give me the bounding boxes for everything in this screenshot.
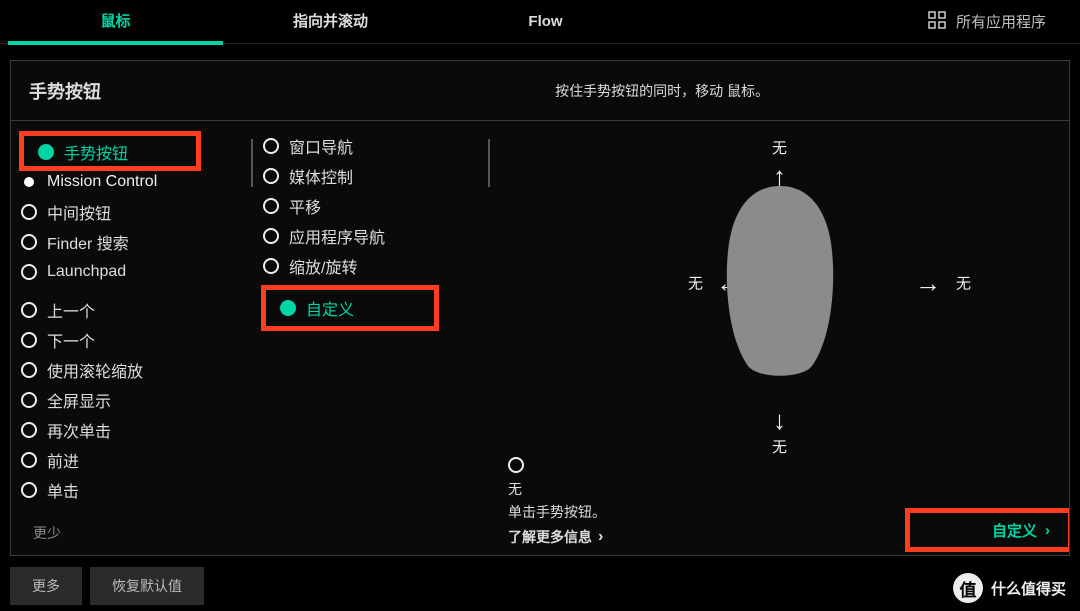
radio-icon xyxy=(21,422,37,438)
mode-app-nav[interactable]: 应用程序导航 xyxy=(263,221,488,251)
radio-label: 使用滚轮缩放 xyxy=(47,358,143,382)
radio-icon xyxy=(21,302,37,318)
highlight-box-gesture: 手势按钮 xyxy=(19,131,201,171)
radio-icon xyxy=(263,168,279,184)
smzdm-watermark: 值 什么值得买 xyxy=(953,573,1066,603)
radio-label: Finder 搜索 xyxy=(47,230,129,254)
mode-media-control[interactable]: 媒体控制 xyxy=(263,161,488,191)
panel-hint: 按住手势按钮的同时，移动 鼠标。 xyxy=(555,81,1069,101)
action-click-again[interactable]: 再次单击 xyxy=(21,415,251,445)
action-finder-search[interactable]: Finder 搜索 xyxy=(21,227,251,257)
radio-icon xyxy=(263,138,279,154)
radio-icon xyxy=(21,482,37,498)
mode-zoom-rotate[interactable]: 缩放/旋转 xyxy=(263,251,488,281)
arrow-down-icon: ↓ xyxy=(773,407,786,433)
radio-label: 窗口导航 xyxy=(289,134,353,158)
radio-icon xyxy=(263,198,279,214)
smzdm-logo-icon: 值 xyxy=(953,573,983,603)
radio-label: 手势按钮 xyxy=(64,140,128,164)
action-next[interactable]: 下一个 xyxy=(21,325,251,355)
radio-icon xyxy=(38,144,54,160)
action-launchpad[interactable]: Launchpad xyxy=(21,257,251,287)
action-previous[interactable]: 上一个 xyxy=(21,295,251,325)
radio-label: Launchpad xyxy=(47,263,126,281)
arrow-right-icon: → xyxy=(915,270,941,296)
direction-down-label[interactable]: 无 xyxy=(772,436,787,457)
radio-label: 再次单击 xyxy=(47,418,111,442)
mode-custom[interactable]: 自定义 xyxy=(266,290,434,326)
chevron-right-icon: › xyxy=(598,528,603,546)
radio-label: Mission Control xyxy=(47,173,157,191)
action-gesture-button[interactable]: 手势按钮 xyxy=(24,136,196,168)
click-none-label: 无 xyxy=(508,479,1069,499)
radio-icon[interactable] xyxy=(508,457,524,473)
radio-label: 缩放/旋转 xyxy=(289,254,357,278)
radio-label: 平移 xyxy=(289,194,321,218)
action-scroll-zoom[interactable]: 使用滚轮缩放 xyxy=(21,355,251,385)
direction-right-label[interactable]: 无 xyxy=(956,273,971,294)
radio-icon xyxy=(24,177,34,187)
apps-grid-icon xyxy=(928,11,946,33)
radio-icon xyxy=(21,362,37,378)
action-mission-control[interactable]: Mission Control xyxy=(21,167,251,197)
chevron-right-icon: › xyxy=(1045,522,1050,539)
radio-icon xyxy=(21,392,37,408)
radio-icon xyxy=(21,332,37,348)
direction-up-label[interactable]: 无 xyxy=(772,137,787,158)
direction-left-label[interactable]: 无 xyxy=(688,273,703,294)
radio-label: 前进 xyxy=(47,448,79,472)
highlight-box-custom: 自定义 xyxy=(261,285,439,331)
tab-point-scroll[interactable]: 指向并滚动 xyxy=(223,0,438,44)
radio-icon xyxy=(21,204,37,220)
mode-pan[interactable]: 平移 xyxy=(263,191,488,221)
radio-icon xyxy=(263,228,279,244)
radio-label: 下一个 xyxy=(47,328,95,352)
radio-icon xyxy=(21,264,37,280)
custom-button[interactable]: 自定义 › xyxy=(905,508,1069,552)
action-fullscreen[interactable]: 全屏显示 xyxy=(21,385,251,415)
learn-more-link[interactable]: 了解更多信息 › xyxy=(508,527,603,547)
smzdm-text: 什么值得买 xyxy=(991,578,1066,599)
radio-icon xyxy=(21,234,37,250)
radio-label: 单击 xyxy=(47,478,79,502)
panel-title: 手势按钮 xyxy=(11,78,101,104)
radio-label: 应用程序导航 xyxy=(289,224,385,248)
all-apps-button[interactable]: 所有应用程序 xyxy=(928,11,1072,33)
mouse-icon xyxy=(720,181,840,385)
radio-label: 中间按钮 xyxy=(47,200,111,224)
radio-icon xyxy=(263,258,279,274)
tab-mouse[interactable]: 鼠标 xyxy=(8,0,223,44)
tab-flow[interactable]: Flow xyxy=(438,0,653,44)
button-action-list: 手势按钮 Mission Control 中间按钮 Finder 搜索 Laun… xyxy=(11,121,251,555)
mode-window-nav[interactable]: 窗口导航 xyxy=(263,131,488,161)
gesture-panel: 手势按钮 按住手势按钮的同时，移动 鼠标。 手势按钮 Mission Contr… xyxy=(10,60,1070,556)
more-button[interactable]: 更多 xyxy=(10,567,82,605)
learn-more-label: 了解更多信息 xyxy=(508,527,592,547)
gesture-mode-list: 窗口导航 媒体控制 平移 应用程序导航 缩放/旋转 自定义 xyxy=(253,121,488,555)
radio-label: 全屏显示 xyxy=(47,388,111,412)
action-click[interactable]: 单击 xyxy=(21,475,251,505)
action-middle-button[interactable]: 中间按钮 xyxy=(21,197,251,227)
all-apps-label: 所有应用程序 xyxy=(956,11,1046,32)
radio-label: 上一个 xyxy=(47,298,95,322)
gesture-preview: 无 无 无 无 ↑ ↓ ← → 无 单击手势按钮。 xyxy=(490,121,1069,555)
action-forward[interactable]: 前进 xyxy=(21,445,251,475)
radio-icon xyxy=(21,452,37,468)
radio-icon xyxy=(280,300,296,316)
radio-label: 媒体控制 xyxy=(289,164,353,188)
reset-defaults-button[interactable]: 恢复默认值 xyxy=(90,567,204,605)
custom-button-label: 自定义 xyxy=(992,520,1037,541)
fewer-link[interactable]: 更少 xyxy=(33,523,61,543)
radio-label: 自定义 xyxy=(306,296,354,320)
